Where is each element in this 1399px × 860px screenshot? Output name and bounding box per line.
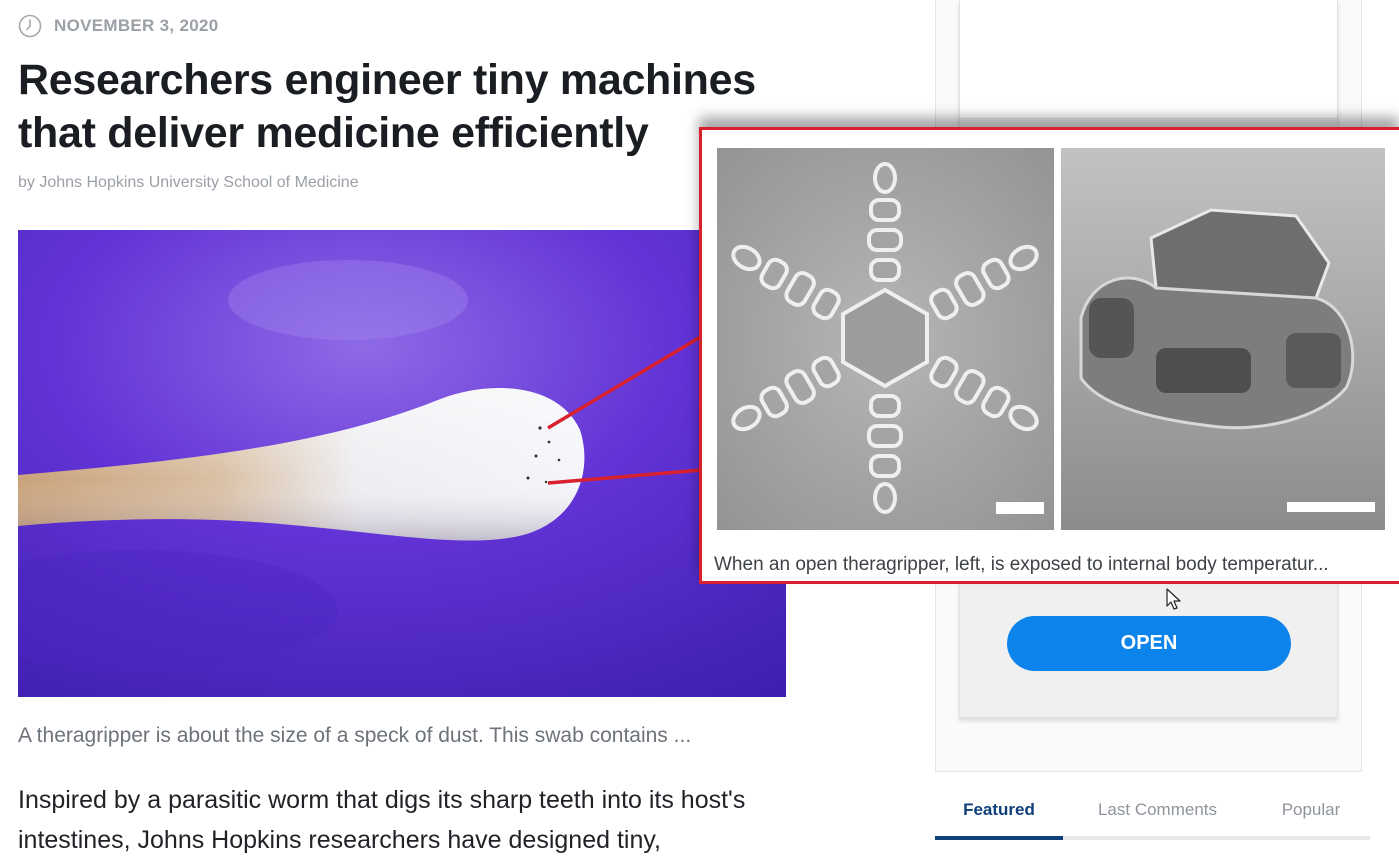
sidebar-card-content: [960, 0, 1337, 119]
popup-caption: When an open theragripper, left, is expo…: [714, 554, 1329, 575]
article-date: NOVEMBER 3, 2020: [54, 16, 219, 35]
article-title: Researchers engineer tiny machines that …: [18, 56, 756, 157]
open-theragripper-image: [717, 148, 1054, 530]
open-button[interactable]: OPEN: [1007, 616, 1291, 671]
tab-last-comments[interactable]: Last Comments: [1080, 790, 1235, 830]
tab-featured[interactable]: Featured: [935, 790, 1063, 830]
sidebar-tabs: Featured Last Comments Popular: [935, 790, 1370, 842]
article-photo[interactable]: [18, 230, 786, 697]
image-caption: A theragripper is about the size of a sp…: [18, 724, 692, 747]
article-dateline: NOVEMBER 3, 2020: [18, 12, 218, 40]
cotton-swab-photo: [18, 230, 786, 697]
article-byline[interactable]: by Johns Hopkins University School of Me…: [18, 174, 359, 192]
tab-popular[interactable]: Popular: [1265, 790, 1357, 830]
article-body: Inspired by a parasitic worm that digs i…: [18, 786, 746, 854]
closed-theragripper-image: [1061, 148, 1385, 530]
clock-icon: [18, 14, 42, 38]
mouse-cursor-icon: [1166, 588, 1181, 610]
tab-active-indicator: [935, 836, 1063, 840]
